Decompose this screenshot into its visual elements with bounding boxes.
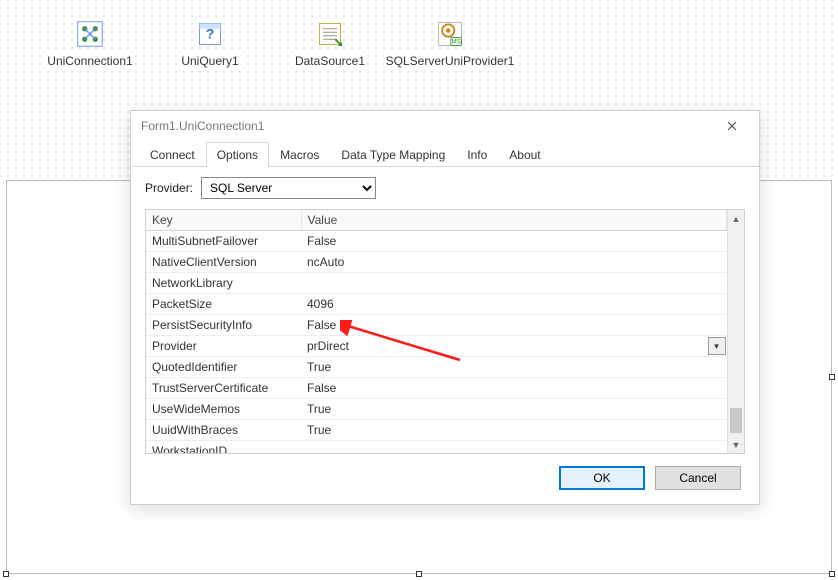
component-sqlserverprovider[interactable]: MS SQLServerUniProvider1	[400, 20, 500, 68]
grid-key-cell[interactable]: Provider	[146, 336, 301, 357]
component-label: UniQuery1	[179, 54, 240, 68]
component-label: DataSource1	[293, 54, 367, 68]
resize-handle[interactable]	[829, 571, 835, 577]
resize-handle[interactable]	[3, 571, 9, 577]
grid-value-cell[interactable]: False	[301, 315, 727, 336]
grid-key-cell[interactable]: WorkstationID	[146, 441, 301, 454]
scroll-thumb[interactable]	[730, 408, 742, 433]
grid-key-cell[interactable]: MultiSubnetFailover	[146, 231, 301, 252]
table-row[interactable]: NativeClientVersionncAuto	[146, 252, 727, 273]
component-datasource[interactable]: DataSource1	[280, 20, 380, 68]
tab-macros[interactable]: Macros	[269, 142, 330, 167]
datasource-icon	[316, 20, 344, 48]
dialog-title: Form1.UniConnection1	[141, 119, 264, 133]
grid-value-cell[interactable]: 4096	[301, 294, 727, 315]
tab-about[interactable]: About	[498, 142, 551, 167]
table-row[interactable]: UuidWithBracesTrue	[146, 420, 727, 441]
grid-value-cell[interactable]: True	[301, 420, 727, 441]
grid-value-cell[interactable]	[301, 273, 727, 294]
grid-scrollbar[interactable]: ▲ ▼	[727, 210, 744, 453]
uniquery-icon: ?	[196, 20, 224, 48]
svg-text:MS: MS	[452, 39, 461, 46]
tab-info[interactable]: Info	[456, 142, 498, 167]
uniconnection-icon	[76, 20, 104, 48]
chevron-down-icon: ▾	[714, 341, 719, 352]
dialog-tabs: Connect Options Macros Data Type Mapping…	[131, 141, 759, 167]
grid-key-cell[interactable]: TrustServerCertificate	[146, 378, 301, 399]
table-row[interactable]: WorkstationID	[146, 441, 727, 454]
provider-label: Provider:	[145, 181, 193, 195]
scroll-up-icon[interactable]: ▲	[728, 210, 744, 227]
grid-key-cell[interactable]: UuidWithBraces	[146, 420, 301, 441]
connection-dialog: Form1.UniConnection1 Connect Options Mac…	[130, 110, 760, 505]
table-row[interactable]: TrustServerCertificateFalse	[146, 378, 727, 399]
grid-value-cell[interactable]	[301, 441, 727, 454]
table-row[interactable]: PersistSecurityInfoFalse	[146, 315, 727, 336]
grid-key-cell[interactable]: QuotedIdentifier	[146, 357, 301, 378]
grid-key-cell[interactable]: PersistSecurityInfo	[146, 315, 301, 336]
sqlserverprovider-icon: MS	[436, 20, 464, 48]
resize-handle[interactable]	[416, 571, 422, 577]
grid-header-key[interactable]: Key	[146, 210, 301, 231]
resize-handle[interactable]	[829, 374, 835, 380]
tab-connect[interactable]: Connect	[139, 142, 206, 167]
component-uniconnection[interactable]: UniConnection1	[40, 20, 140, 68]
component-label: SQLServerUniProvider1	[384, 54, 517, 68]
close-button[interactable]	[715, 114, 749, 138]
component-uniquery[interactable]: ? UniQuery1	[160, 20, 260, 68]
grid-key-cell[interactable]: NativeClientVersion	[146, 252, 301, 273]
table-row[interactable]: ProviderprDirect▾	[146, 336, 727, 357]
tab-data-type-mapping[interactable]: Data Type Mapping	[330, 142, 456, 167]
table-row[interactable]: PacketSize4096	[146, 294, 727, 315]
cancel-button[interactable]: Cancel	[655, 466, 741, 490]
grid-value-cell[interactable]: ncAuto	[301, 252, 727, 273]
grid-value-cell[interactable]: False	[301, 231, 727, 252]
table-row[interactable]: UseWideMemosTrue	[146, 399, 727, 420]
dropdown-button[interactable]: ▾	[708, 337, 726, 355]
tab-options[interactable]: Options	[206, 142, 269, 167]
grid-value-cell[interactable]: prDirect▾	[301, 336, 727, 357]
table-row[interactable]: MultiSubnetFailoverFalse	[146, 231, 727, 252]
table-row[interactable]: NetworkLibrary	[146, 273, 727, 294]
close-icon	[727, 121, 737, 131]
table-row[interactable]: QuotedIdentifierTrue	[146, 357, 727, 378]
component-label: UniConnection1	[45, 54, 134, 68]
grid-value-cell[interactable]: False	[301, 378, 727, 399]
grid-value-cell[interactable]: True	[301, 357, 727, 378]
scroll-down-icon[interactable]: ▼	[728, 436, 744, 453]
grid-key-cell[interactable]: NetworkLibrary	[146, 273, 301, 294]
dialog-titlebar[interactable]: Form1.UniConnection1	[131, 111, 759, 141]
grid-key-cell[interactable]: UseWideMemos	[146, 399, 301, 420]
grid-header-value[interactable]: Value	[301, 210, 727, 231]
ok-button[interactable]: OK	[559, 466, 645, 490]
provider-select[interactable]: SQL Server	[201, 177, 376, 199]
grid-value-cell[interactable]: True	[301, 399, 727, 420]
options-grid[interactable]: Key Value MultiSubnetFailoverFalseNative…	[146, 210, 727, 453]
grid-key-cell[interactable]: PacketSize	[146, 294, 301, 315]
